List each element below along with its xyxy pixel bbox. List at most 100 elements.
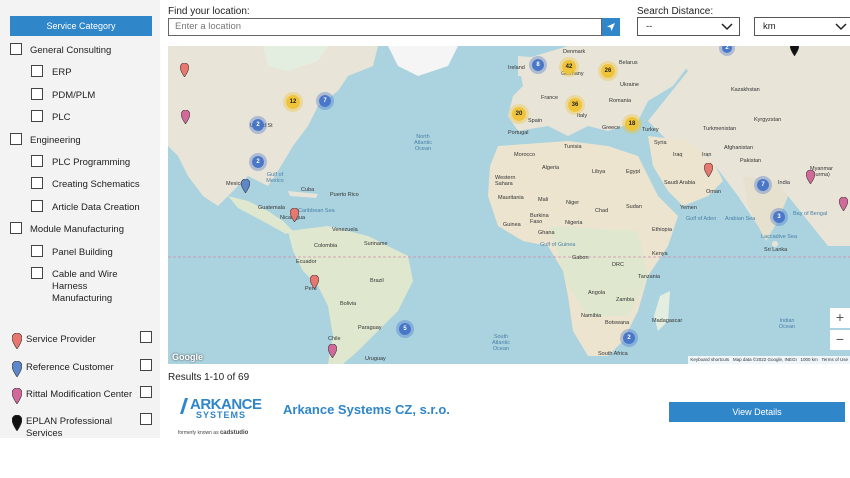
checkbox-plc-programming[interactable] xyxy=(31,155,43,167)
map-label: Chile xyxy=(328,336,341,342)
map-label: Greece xyxy=(602,125,621,131)
map-label: Iran xyxy=(702,152,712,158)
map-label: Tunisia xyxy=(564,144,582,150)
service-provider-pin-icon[interactable] xyxy=(290,208,299,222)
results-summary: Results 1-10 of 69 xyxy=(168,372,250,383)
map-label: Puerto Rico xyxy=(330,192,359,198)
map-label: Saudi Arabia xyxy=(664,180,696,186)
rittal-modification-pin-icon[interactable] xyxy=(328,344,337,358)
unit-select[interactable]: km xyxy=(754,17,850,36)
map-label: Italy xyxy=(577,113,588,119)
checkbox-module-manufacturing[interactable] xyxy=(10,222,22,234)
rittal-modification-pin-icon[interactable] xyxy=(806,170,815,184)
checkbox-service-provider[interactable] xyxy=(140,331,152,343)
checkbox-erp[interactable] xyxy=(31,65,43,77)
former-label: formerly known as xyxy=(178,430,219,436)
rittal-modification-pin-icon[interactable] xyxy=(181,110,190,124)
chevron-down-icon xyxy=(721,23,733,31)
label-plc: PLC xyxy=(52,112,71,123)
dealer-locator: Service Category General Consulting ERP … xyxy=(0,0,850,478)
service-provider-pin-icon[interactable] xyxy=(180,63,189,77)
map-label: Nigeria xyxy=(565,220,583,226)
service-provider-pin-icon[interactable] xyxy=(310,275,319,289)
view-details-button[interactable]: View Details xyxy=(669,402,845,422)
terms-of-use-link[interactable]: Terms of Use xyxy=(821,357,848,362)
reference-customer-pin-icon[interactable] xyxy=(241,179,250,193)
marker-cluster[interactable]: 12 xyxy=(286,95,300,109)
company-name[interactable]: Arkance Systems CZ, s.r.o. xyxy=(283,402,450,417)
marker-cluster[interactable]: 2 xyxy=(252,156,264,168)
distance-select[interactable]: -- xyxy=(637,17,740,36)
map-label: Turkmenistan xyxy=(703,126,737,132)
map-label: Paraguay xyxy=(358,325,382,331)
checkbox-plc[interactable] xyxy=(31,110,43,122)
world-map[interactable]: Ireland United St Denmark Germany Belaru… xyxy=(168,46,850,364)
marker-cluster[interactable]: 36 xyxy=(568,98,582,112)
formerly-known-as: formerly known as cadstudio xyxy=(178,430,248,436)
map-data-credit: Map data ©2022 Google, INEGI xyxy=(732,357,797,362)
label-cable-wire-harness: Cable and Wire Harness Manufacturing xyxy=(52,269,118,304)
checkbox-engineering[interactable] xyxy=(10,133,22,145)
map-label: Cuba xyxy=(301,187,315,193)
keyboard-shortcuts-link[interactable]: Keyboard shortcuts xyxy=(690,357,729,362)
service-category-button[interactable]: Service Category xyxy=(10,16,152,36)
map-label: Ukraine xyxy=(620,82,639,88)
checkbox-rittal-modification-center[interactable] xyxy=(140,386,152,398)
result-card: ARKANCE SYSTEMS formerly known as cadstu… xyxy=(168,390,850,438)
checkbox-general-consulting[interactable] xyxy=(10,43,22,55)
checkbox-eplan-professional-services[interactable] xyxy=(140,413,152,425)
map-label: Ecuador xyxy=(296,259,317,265)
google-logo: Google xyxy=(172,352,203,362)
map-label: Brazil xyxy=(370,278,384,284)
marker-cluster[interactable]: 18 xyxy=(625,117,639,131)
map-attribution: Keyboard shortcuts Map data ©2022 Google… xyxy=(688,356,850,364)
map-label: Namibia xyxy=(581,313,602,319)
rittal-modification-pin-icon xyxy=(12,388,22,404)
checkbox-panel-building[interactable] xyxy=(31,245,43,257)
ocean-label: Laccadive Sea xyxy=(761,234,798,240)
map-label: Angola xyxy=(588,290,606,296)
map-label: Romania xyxy=(609,98,632,104)
checkbox-creating-schematics[interactable] xyxy=(31,177,43,189)
rittal-modification-pin-icon[interactable] xyxy=(839,197,848,211)
marker-cluster[interactable]: 2 xyxy=(252,119,264,131)
checkbox-article-data-creation[interactable] xyxy=(31,200,43,212)
map-label: Western Sahara xyxy=(495,175,516,187)
former-brand: cadstudio xyxy=(219,430,249,436)
map-label: Kyrgyzstan xyxy=(754,117,782,123)
marker-cluster[interactable]: 5 xyxy=(399,323,411,335)
marker-cluster[interactable]: 26 xyxy=(601,64,615,78)
eplan-services-pin-icon[interactable] xyxy=(790,46,799,56)
map-label: Libya xyxy=(592,169,606,175)
marker-cluster[interactable]: 7 xyxy=(757,179,769,191)
map-label: Turkey xyxy=(642,127,659,133)
zoom-in-button[interactable]: + xyxy=(830,308,850,328)
marker-cluster[interactable]: 7 xyxy=(319,95,331,107)
service-provider-pin-icon xyxy=(12,333,22,349)
map-label: Zambia xyxy=(616,297,635,303)
locate-me-button[interactable] xyxy=(602,18,620,36)
marker-cluster[interactable]: 8 xyxy=(532,59,544,71)
checkbox-pdm-plm[interactable] xyxy=(31,88,43,100)
reference-customer-pin-icon xyxy=(12,361,22,377)
checkbox-reference-customer[interactable] xyxy=(140,359,152,371)
marker-cluster[interactable]: 2 xyxy=(623,332,635,344)
map-label: Sri Lanka xyxy=(764,247,788,253)
map-label: Portugal xyxy=(508,130,529,136)
map-label: Yemen xyxy=(680,205,697,211)
checkbox-cable-wire-harness[interactable] xyxy=(31,267,43,279)
marker-cluster[interactable]: 3 xyxy=(773,211,785,223)
zoom-out-button[interactable]: − xyxy=(830,330,850,350)
legend-eplan-professional-services: EPLAN Professional Services xyxy=(26,416,113,439)
marker-cluster[interactable]: 20 xyxy=(512,107,526,121)
map-label: Burkina Faso xyxy=(530,213,549,225)
service-provider-pin-icon[interactable] xyxy=(704,163,713,177)
ocean-label: Indian Ocean xyxy=(778,318,796,330)
location-search-input[interactable]: Enter a location xyxy=(168,18,602,36)
map-label: Mali xyxy=(538,197,549,203)
map-label: Guinea xyxy=(503,222,521,228)
map-scale: 1000 km xyxy=(800,357,818,362)
map-label: Uruguay xyxy=(365,356,386,362)
legend-rittal-modification-center: Rittal Modification Center xyxy=(26,389,133,400)
marker-cluster[interactable]: 42 xyxy=(562,60,576,74)
